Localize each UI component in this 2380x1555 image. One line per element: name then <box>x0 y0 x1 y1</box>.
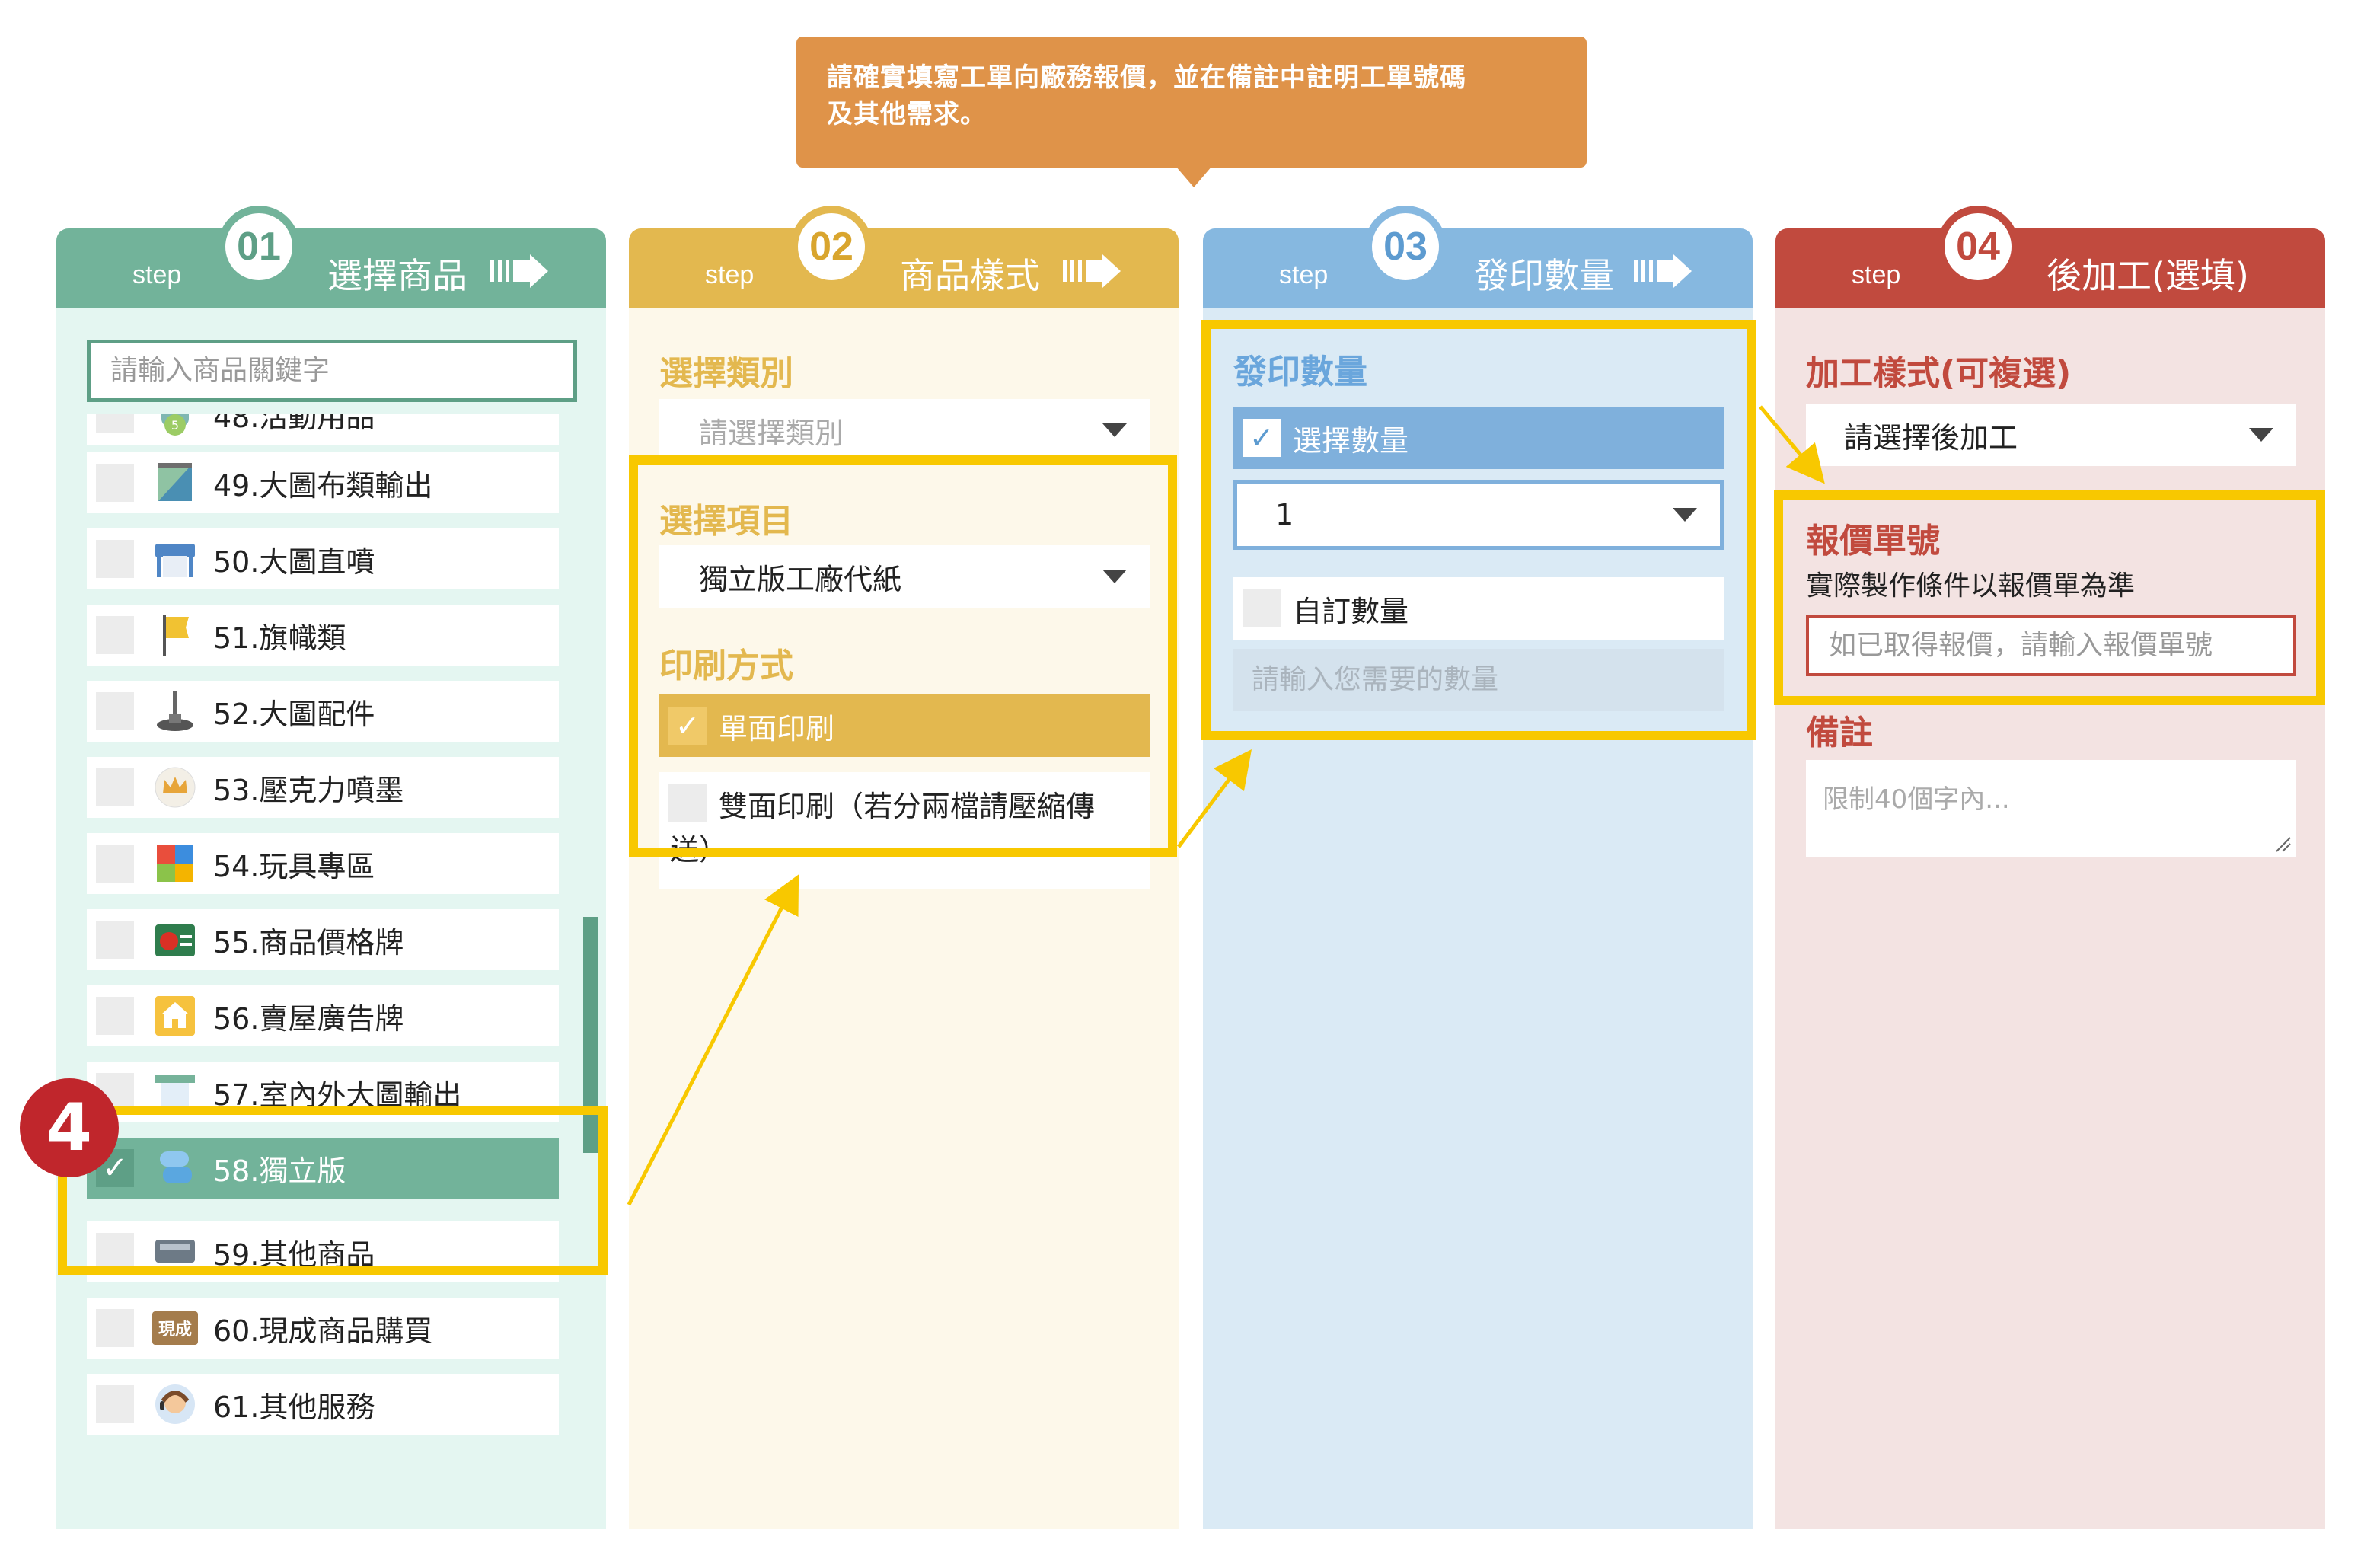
step-badge-number: 4 <box>20 1078 119 1177</box>
guide-arrows <box>627 405 1825 1206</box>
arrow-to-style <box>627 874 799 1206</box>
arrow-to-quantity <box>1177 749 1252 848</box>
arrow-to-quote <box>1759 405 1825 484</box>
